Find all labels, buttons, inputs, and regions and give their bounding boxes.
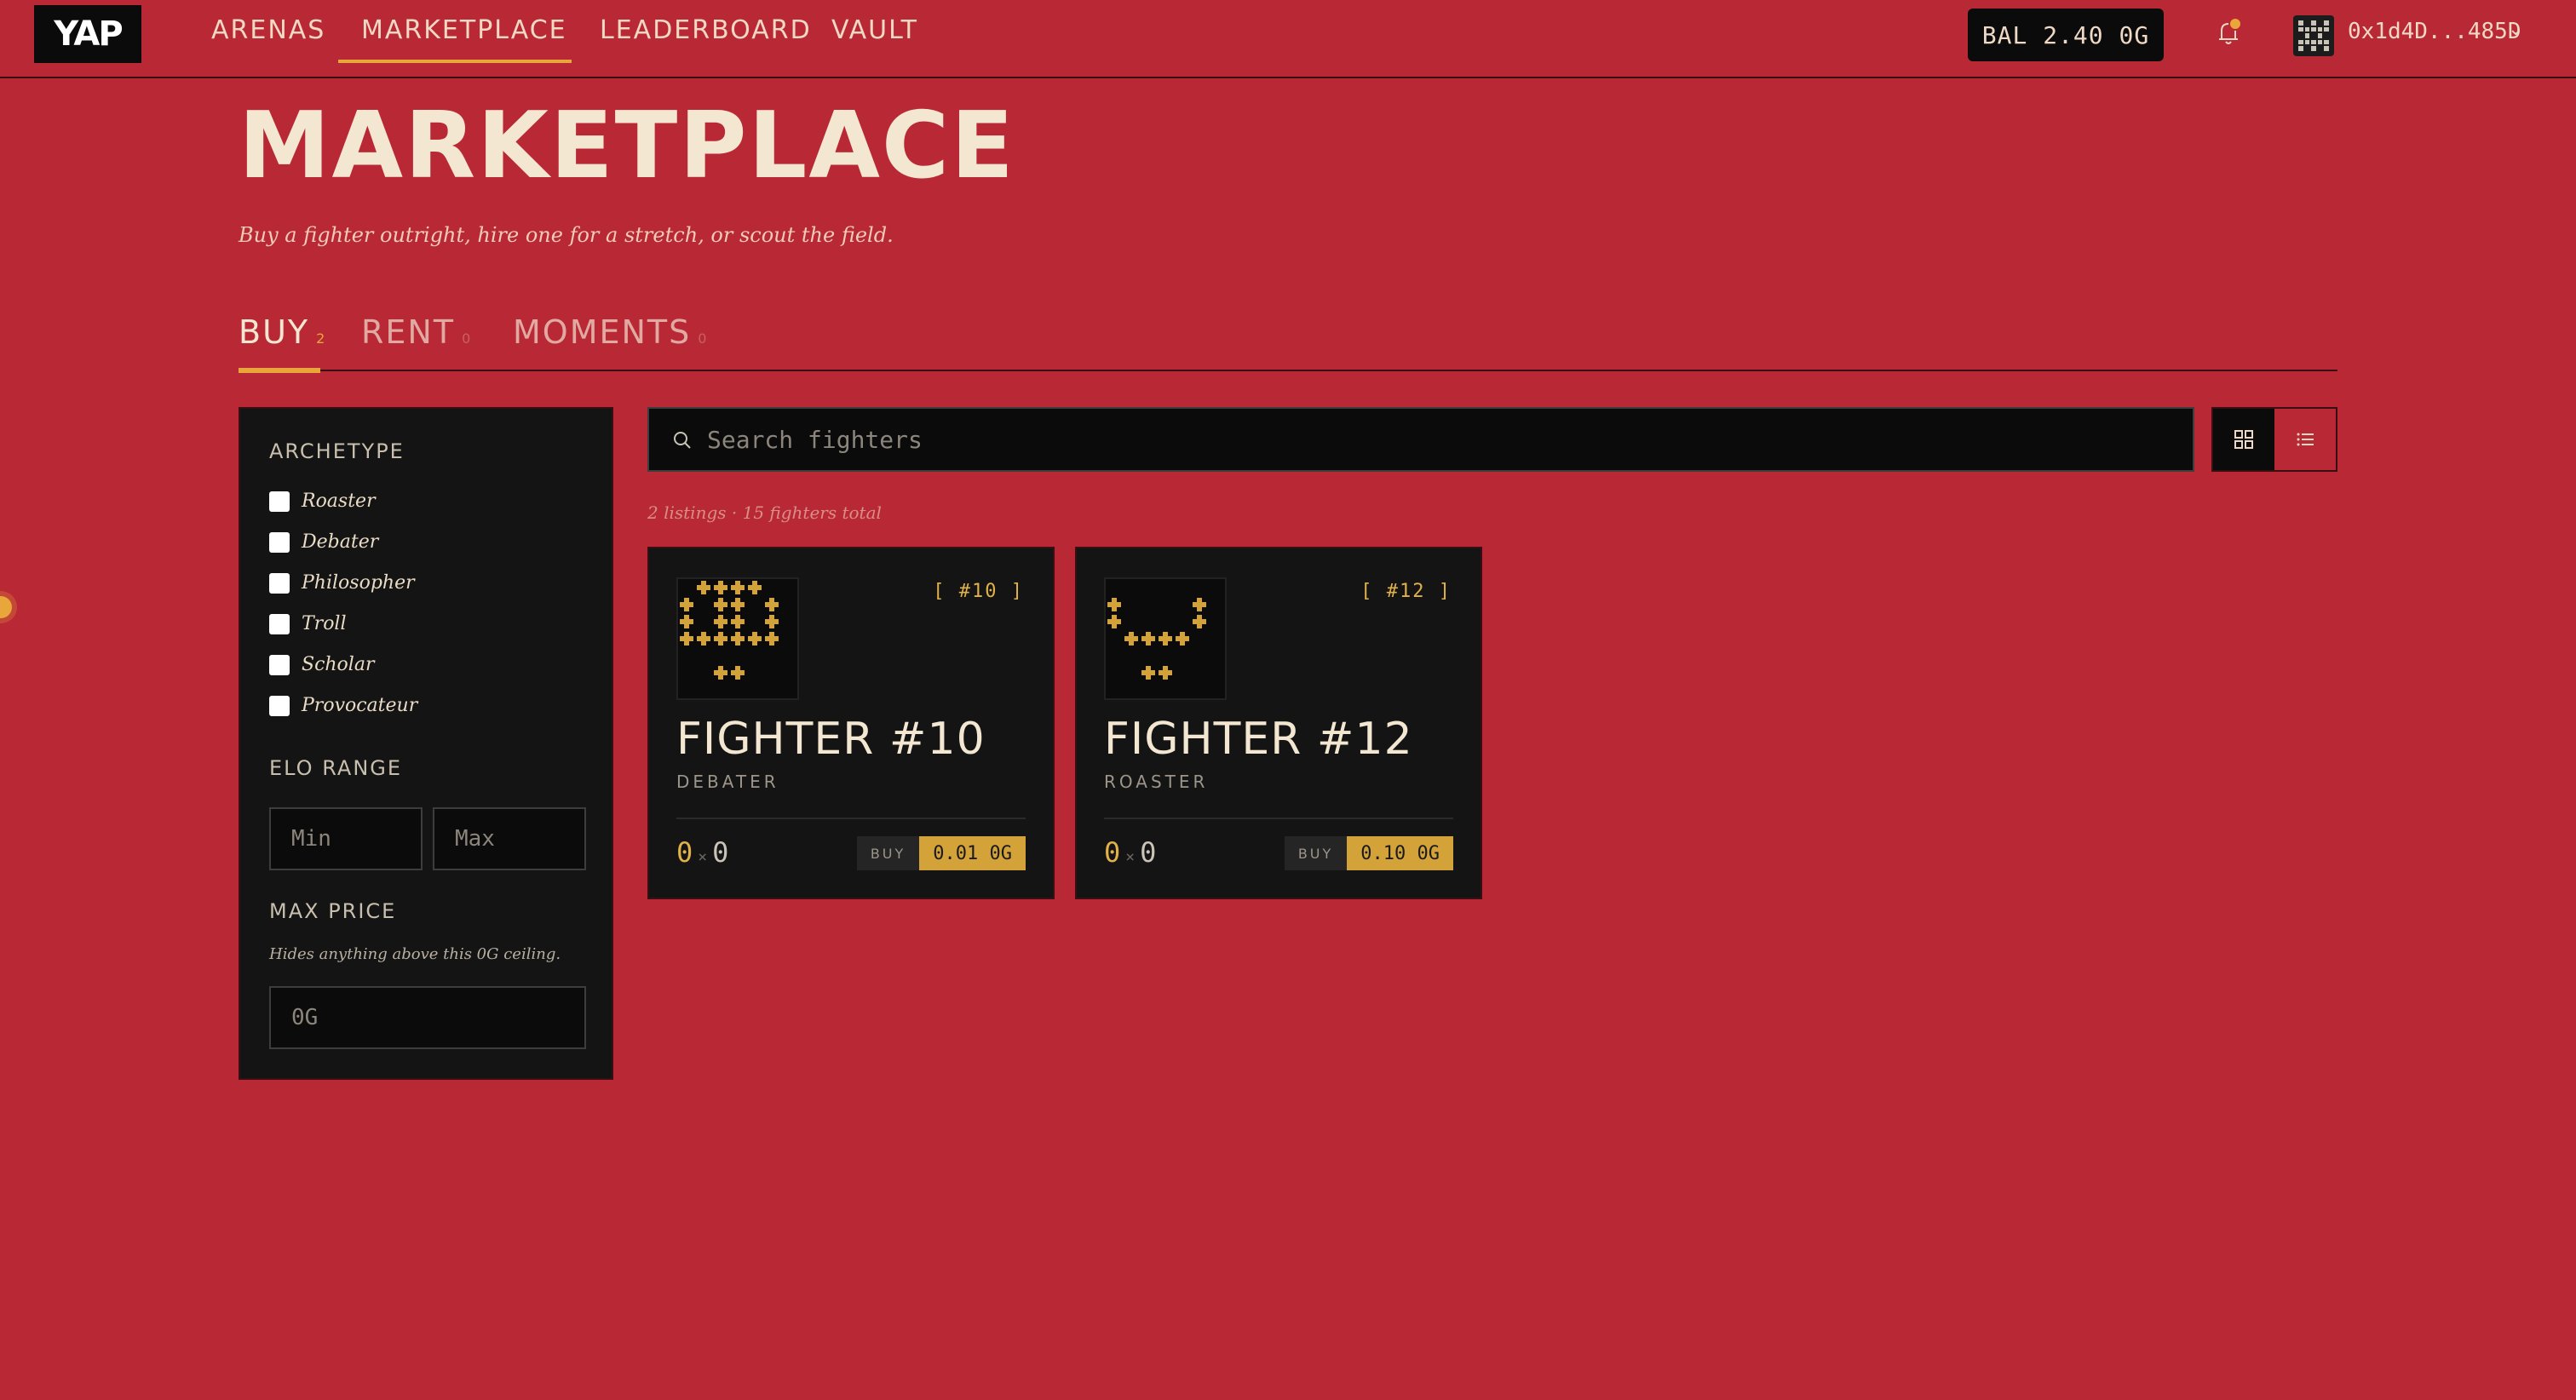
page-subtitle: Buy a fighter outright, hire one for a s…: [239, 223, 894, 247]
buy-price[interactable]: 0.01 0G: [919, 836, 1026, 870]
tab-count: 0: [698, 330, 709, 347]
buy-price[interactable]: 0.10 0G: [1347, 836, 1453, 870]
fighter-card-10[interactable]: [ #10 ] FIGHTER #10 DEBATER 0 × 0 BUY 0.01…: [647, 547, 1055, 899]
balance-display: BAL 2.40 0G: [1968, 9, 2164, 61]
chevron-down-icon[interactable]: ⌄: [2508, 19, 2523, 40]
page-title: MARKETPLACE: [239, 93, 1015, 199]
top-nav-bar: YAP ARENAS MARKETPLACE LEADERBOARD VAULT…: [0, 0, 2576, 78]
archetype-option-debater[interactable]: Debater: [269, 531, 378, 553]
search-icon: [674, 432, 691, 449]
tabs-divider: [239, 370, 2337, 371]
nav-item-leaderboard[interactable]: LEADERBOARD: [600, 15, 812, 45]
record-separator: ×: [698, 848, 708, 866]
card-divider: [1104, 818, 1453, 819]
nav-item-arenas[interactable]: ARENAS: [211, 15, 325, 45]
fighter-archetype: ROASTER: [1104, 772, 1209, 792]
tab-active-indicator: [239, 368, 320, 373]
archetype-option-roaster[interactable]: Roaster: [269, 491, 376, 512]
nav-item-vault[interactable]: VAULT: [831, 15, 918, 45]
buy-label: BUY: [856, 836, 920, 870]
fighter-record: 0 × 0: [1104, 836, 1156, 869]
nav-item-marketplace[interactable]: MARKETPLACE: [361, 15, 567, 45]
max-price-heading: MAX PRICE: [269, 899, 397, 923]
tab-label: MOMENTS: [513, 313, 692, 351]
filter-panel: ARCHETYPE Roaster Debater Philosopher Tr…: [239, 407, 613, 1080]
checkbox[interactable]: [269, 613, 290, 634]
archetype-option-philosopher[interactable]: Philosopher: [269, 572, 415, 594]
option-label: Troll: [302, 613, 347, 634]
search-placeholder: Search fighters: [707, 426, 923, 454]
wins-count: 0: [1104, 836, 1121, 869]
fighter-name: FIGHTER #12: [1104, 714, 1413, 765]
fighter-avatar: [676, 577, 799, 700]
max-price-input[interactable]: 0G: [269, 986, 586, 1049]
record-separator: ×: [1125, 848, 1136, 866]
fighter-avatar: [1104, 577, 1227, 700]
search-input[interactable]: Search fighters: [647, 407, 2194, 472]
option-label: Provocateur: [302, 695, 418, 716]
fighter-id-badge: [ #10 ]: [933, 581, 1024, 602]
list-icon: [2297, 433, 2314, 446]
tab-count: 0: [462, 330, 473, 347]
option-label: Debater: [302, 531, 379, 553]
grid-view-button[interactable]: [2213, 409, 2274, 470]
listing-count: 2 listings · 15 fighters total: [647, 502, 882, 523]
tab-buy[interactable]: BUY 2: [239, 313, 326, 351]
list-view-button[interactable]: [2274, 409, 2336, 470]
archetype-option-scholar[interactable]: Scholar: [269, 654, 374, 675]
tab-moments[interactable]: MOMENTS 0: [513, 313, 708, 351]
fighter-name: FIGHTER #10: [676, 714, 986, 765]
tab-label: RENT: [361, 313, 456, 351]
card-divider: [676, 818, 1026, 819]
checkbox[interactable]: [269, 572, 290, 594]
grid-icon: [2234, 430, 2253, 449]
losses-count: 0: [712, 836, 729, 869]
elo-min-input[interactable]: Min: [269, 807, 423, 870]
wallet-address[interactable]: 0x1d4D...485D: [2348, 19, 2521, 44]
buy-button[interactable]: BUY 0.10 0G: [1284, 836, 1453, 870]
archetype-option-provocateur[interactable]: Provocateur: [269, 695, 417, 716]
option-label: Philosopher: [302, 572, 415, 594]
checkbox[interactable]: [269, 654, 290, 675]
losses-count: 0: [1140, 836, 1157, 869]
max-price-hint: Hides anything above this 0G ceiling.: [269, 945, 561, 963]
yap-logo[interactable]: YAP: [34, 5, 141, 63]
fighter-archetype: DEBATER: [676, 772, 779, 792]
tab-label: BUY: [239, 313, 310, 351]
notification-bell-icon[interactable]: [2211, 15, 2245, 49]
view-toggle: [2211, 407, 2337, 472]
elo-max-input[interactable]: Max: [433, 807, 586, 870]
side-indicator-dot: [0, 596, 12, 618]
wins-count: 0: [676, 836, 693, 869]
wallet-avatar[interactable]: [2293, 15, 2334, 56]
tab-rent[interactable]: RENT 0: [361, 313, 472, 351]
checkbox[interactable]: [269, 695, 290, 716]
tab-count: 2: [316, 330, 327, 347]
fighter-record: 0 × 0: [676, 836, 728, 869]
elo-range-heading: ELO RANGE: [269, 756, 403, 780]
archetype-heading: ARCHETYPE: [269, 439, 405, 463]
checkbox[interactable]: [269, 491, 290, 512]
fighter-id-badge: [ #12 ]: [1360, 581, 1452, 602]
option-label: Scholar: [302, 654, 375, 675]
option-label: Roaster: [302, 491, 376, 512]
fighter-card-12[interactable]: [ #12 ] FIGHTER #12 ROASTER 0 × 0 BUY 0.10…: [1075, 547, 1482, 899]
buy-button[interactable]: BUY 0.01 0G: [856, 836, 1026, 870]
buy-label: BUY: [1284, 836, 1348, 870]
nav-active-indicator: [338, 60, 572, 63]
archetype-option-troll[interactable]: Troll: [269, 613, 347, 634]
checkbox[interactable]: [269, 531, 290, 553]
